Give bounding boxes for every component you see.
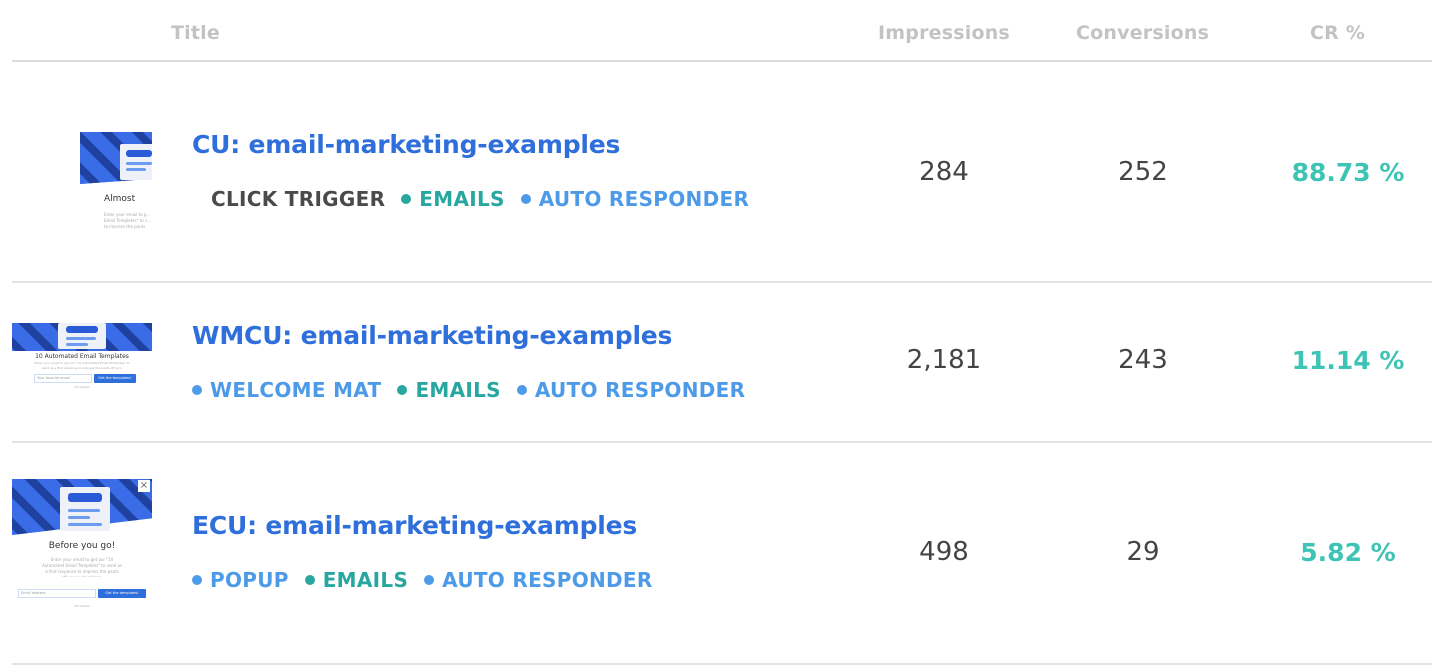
impressions-value: 284 (919, 157, 969, 187)
campaign-tags: WELCOME MAT EMAILS AUTO RESPONDER (192, 378, 761, 402)
preview-banner-card (60, 487, 110, 531)
conversions-value: 252 (1118, 157, 1168, 187)
preview-cta-button: Get the templates! (98, 589, 146, 598)
preview-body: Enter your email to g... Email Templates… (104, 212, 152, 229)
tag-label: WELCOME MAT (210, 378, 382, 402)
table-row[interactable]: × Before you go! Enter your email to get… (12, 443, 1432, 665)
preview-close-icon: × (138, 480, 150, 492)
tag-label: EMAILS (419, 187, 505, 211)
tag-label: CLICK TRIGGER (211, 187, 386, 211)
campaign-title-link[interactable]: CU: email-marketing-examples (192, 130, 620, 159)
column-header-cr[interactable]: CR % (1310, 22, 1365, 44)
campaign-preview-thumbnail[interactable]: 10 Automated Email Templates Enter your … (12, 323, 152, 389)
preview-dismiss: No thanks (74, 604, 90, 608)
tag-label: AUTO RESPONDER (442, 568, 653, 592)
campaign-preview-thumbnail[interactable]: × Before you go! Enter your email to get… (12, 479, 152, 615)
blue-dot-icon (192, 385, 202, 395)
tag-label: AUTO RESPONDER (534, 378, 746, 402)
blue-dot-icon (516, 385, 527, 395)
preview-email-input: Email address (18, 589, 96, 598)
conversion-rate-value: 5.82 % (1300, 538, 1396, 567)
teal-dot-icon (401, 194, 412, 204)
tag-label: POPUP (210, 568, 289, 592)
tag-auto-responder: AUTO RESPONDER (424, 568, 652, 592)
campaign-preview-thumbnail[interactable]: Almost Enter your email to g... Email Te… (80, 132, 152, 236)
impressions-value: 498 (919, 537, 969, 567)
preview-heading: Almost (104, 194, 136, 204)
campaign-tags: POPUP EMAILS AUTO RESPONDER (192, 568, 669, 592)
campaign-tags: CLICK TRIGGER EMAILS AUTO RESPONDER (192, 187, 765, 211)
preview-body: Enter your email to get our "10 Automate… (34, 361, 130, 372)
campaign-title-link[interactable]: WMCU: email-marketing-examples (192, 321, 672, 350)
preview-dismiss: No thanks (74, 385, 90, 389)
conversions-value: 243 (1118, 345, 1168, 375)
tag-auto-responder: AUTO RESPONDER (516, 378, 746, 402)
preview-cta-button: Get the templates! (94, 374, 136, 383)
teal-dot-icon (304, 575, 315, 585)
tag-popup: POPUP (192, 568, 289, 592)
column-header-title[interactable]: Title (171, 22, 220, 44)
blue-dot-icon (424, 575, 435, 585)
tag-click-trigger: CLICK TRIGGER (211, 187, 385, 211)
conversion-rate-value: 88.73 % (1291, 158, 1405, 187)
tag-emails: EMAILS (397, 378, 501, 402)
preview-heading: 10 Automated Email Templates (35, 353, 129, 360)
conversions-value: 29 (1126, 537, 1160, 567)
table-header: Title Impressions Conversions CR % (12, 0, 1432, 62)
table-row[interactable]: Almost Enter your email to g... Email Te… (12, 62, 1432, 283)
blue-dot-icon (520, 194, 531, 204)
column-header-impressions[interactable]: Impressions (878, 22, 1010, 44)
conversion-rate-value: 11.14 % (1291, 346, 1405, 375)
preview-banner-card (58, 323, 106, 349)
campaigns-table: Title Impressions Conversions CR % Almos… (12, 0, 1432, 665)
tag-auto-responder: AUTO RESPONDER (520, 187, 750, 211)
campaign-title-link[interactable]: ECU: email-marketing-examples (192, 511, 637, 540)
tag-label: AUTO RESPONDER (538, 187, 750, 211)
column-header-conversions[interactable]: Conversions (1076, 22, 1209, 44)
preview-heading: Before you go! (48, 541, 116, 551)
table-row[interactable]: 10 Automated Email Templates Enter your … (12, 283, 1432, 443)
tag-emails: EMAILS (401, 187, 504, 211)
impressions-value: 2,181 (906, 345, 982, 375)
preview-banner-card (120, 144, 152, 180)
tag-label: EMAILS (415, 378, 501, 402)
blue-dot-icon (192, 575, 202, 585)
tag-label: EMAILS (322, 568, 409, 592)
preview-email-input: Your favorite email (34, 374, 92, 383)
tag-emails: EMAILS (304, 568, 409, 592)
preview-body: Enter your email to get our "10 Automate… (42, 557, 123, 577)
teal-dot-icon (397, 385, 408, 395)
tag-welcome-mat: WELCOME MAT (192, 378, 381, 402)
